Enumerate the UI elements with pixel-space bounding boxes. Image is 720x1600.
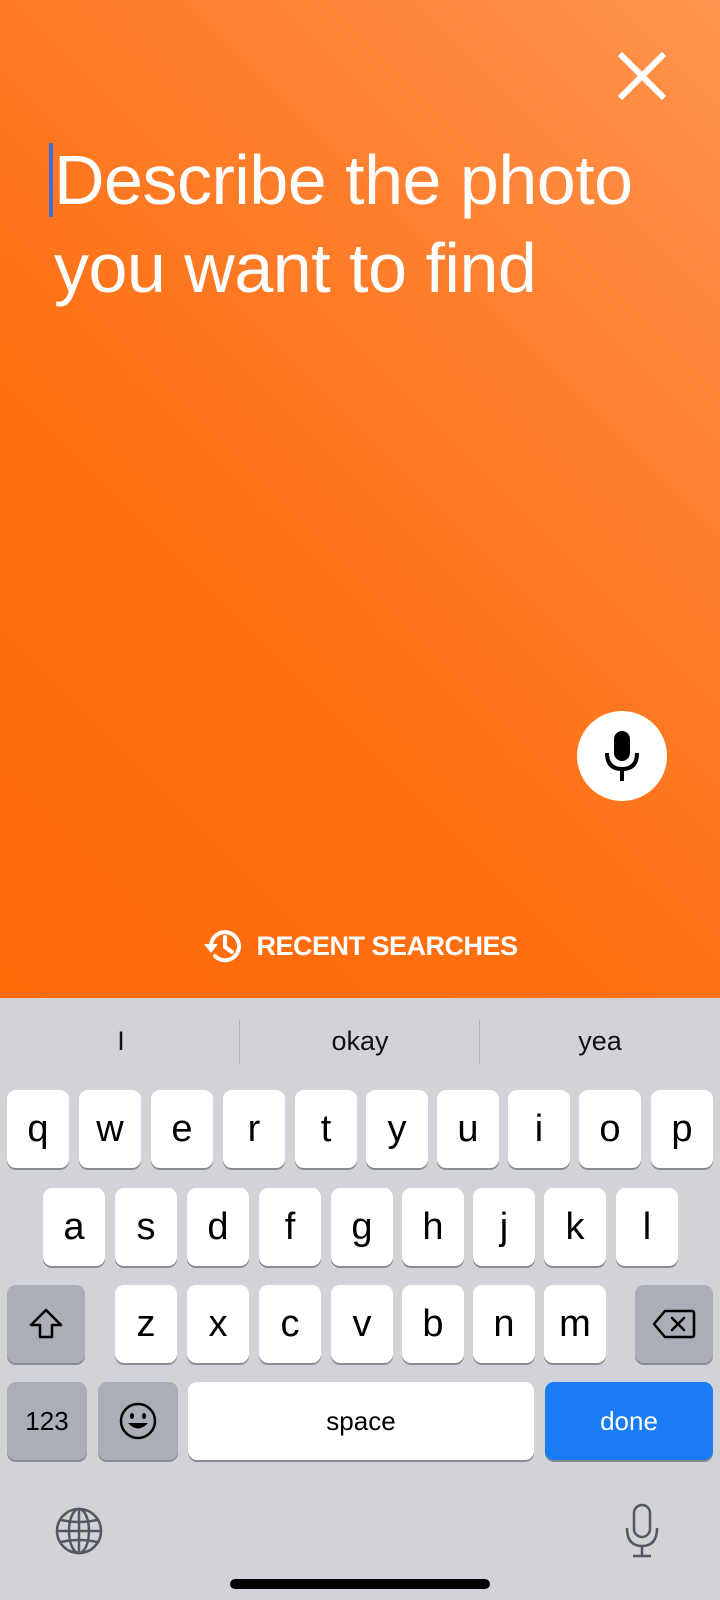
recent-searches-label: RECENT SEARCHES [256, 930, 518, 961]
key-d[interactable]: d [187, 1188, 249, 1266]
key-y[interactable]: y [366, 1090, 428, 1168]
suggestion-1[interactable]: I [2, 1018, 240, 1064]
delete-key[interactable] [635, 1285, 713, 1363]
key-l[interactable]: l [616, 1188, 678, 1266]
key-x[interactable]: x [187, 1285, 249, 1363]
key-v[interactable]: v [331, 1285, 393, 1363]
search-input[interactable]: Describe the photo you want to find [54, 136, 674, 312]
key-f[interactable]: f [259, 1188, 321, 1266]
key-h[interactable]: h [402, 1188, 464, 1266]
key-j[interactable]: j [473, 1188, 535, 1266]
globe-icon [55, 1507, 103, 1555]
key-a[interactable]: a [43, 1188, 105, 1266]
key-s[interactable]: s [115, 1188, 177, 1266]
globe-button[interactable] [54, 1506, 104, 1556]
close-icon [617, 51, 667, 101]
suggestion-divider [479, 1020, 480, 1064]
voice-search-button[interactable] [577, 711, 667, 801]
search-panel: Describe the photo you want to find RECE… [0, 0, 720, 998]
space-key[interactable]: space [188, 1382, 534, 1460]
key-z[interactable]: z [115, 1285, 177, 1363]
close-button[interactable] [612, 46, 672, 106]
key-i[interactable]: i [508, 1090, 570, 1168]
key-b[interactable]: b [402, 1285, 464, 1363]
shift-key[interactable] [7, 1285, 85, 1363]
done-key[interactable]: done [545, 1382, 713, 1460]
dictation-icon [625, 1503, 659, 1558]
key-e[interactable]: e [151, 1090, 213, 1168]
keyboard: I okay yea q w e r t y u i o p a s d f g… [0, 998, 720, 1600]
suggestion-3[interactable]: yea [481, 1018, 719, 1064]
key-g[interactable]: g [331, 1188, 393, 1266]
suggestion-2[interactable]: okay [241, 1018, 479, 1064]
recent-searches-button[interactable]: RECENT SEARCHES [0, 922, 720, 970]
key-m[interactable]: m [544, 1285, 606, 1363]
home-indicator[interactable] [230, 1579, 490, 1589]
key-q[interactable]: q [7, 1090, 69, 1168]
key-t[interactable]: t [295, 1090, 357, 1168]
key-o[interactable]: o [579, 1090, 641, 1168]
shift-icon [29, 1308, 63, 1339]
numbers-key[interactable]: 123 [7, 1382, 87, 1460]
key-u[interactable]: u [437, 1090, 499, 1168]
emoji-key[interactable] [98, 1382, 178, 1460]
key-k[interactable]: k [544, 1188, 606, 1266]
delete-icon [652, 1309, 696, 1339]
history-icon [204, 930, 242, 963]
key-n[interactable]: n [473, 1285, 535, 1363]
key-r[interactable]: r [223, 1090, 285, 1168]
microphone-icon [605, 731, 639, 781]
key-c[interactable]: c [259, 1285, 321, 1363]
key-w[interactable]: w [79, 1090, 141, 1168]
key-p[interactable]: p [651, 1090, 713, 1168]
emoji-icon [119, 1402, 157, 1440]
dictation-button[interactable] [622, 1502, 662, 1558]
text-caret [49, 143, 53, 217]
suggestion-divider [239, 1020, 240, 1064]
